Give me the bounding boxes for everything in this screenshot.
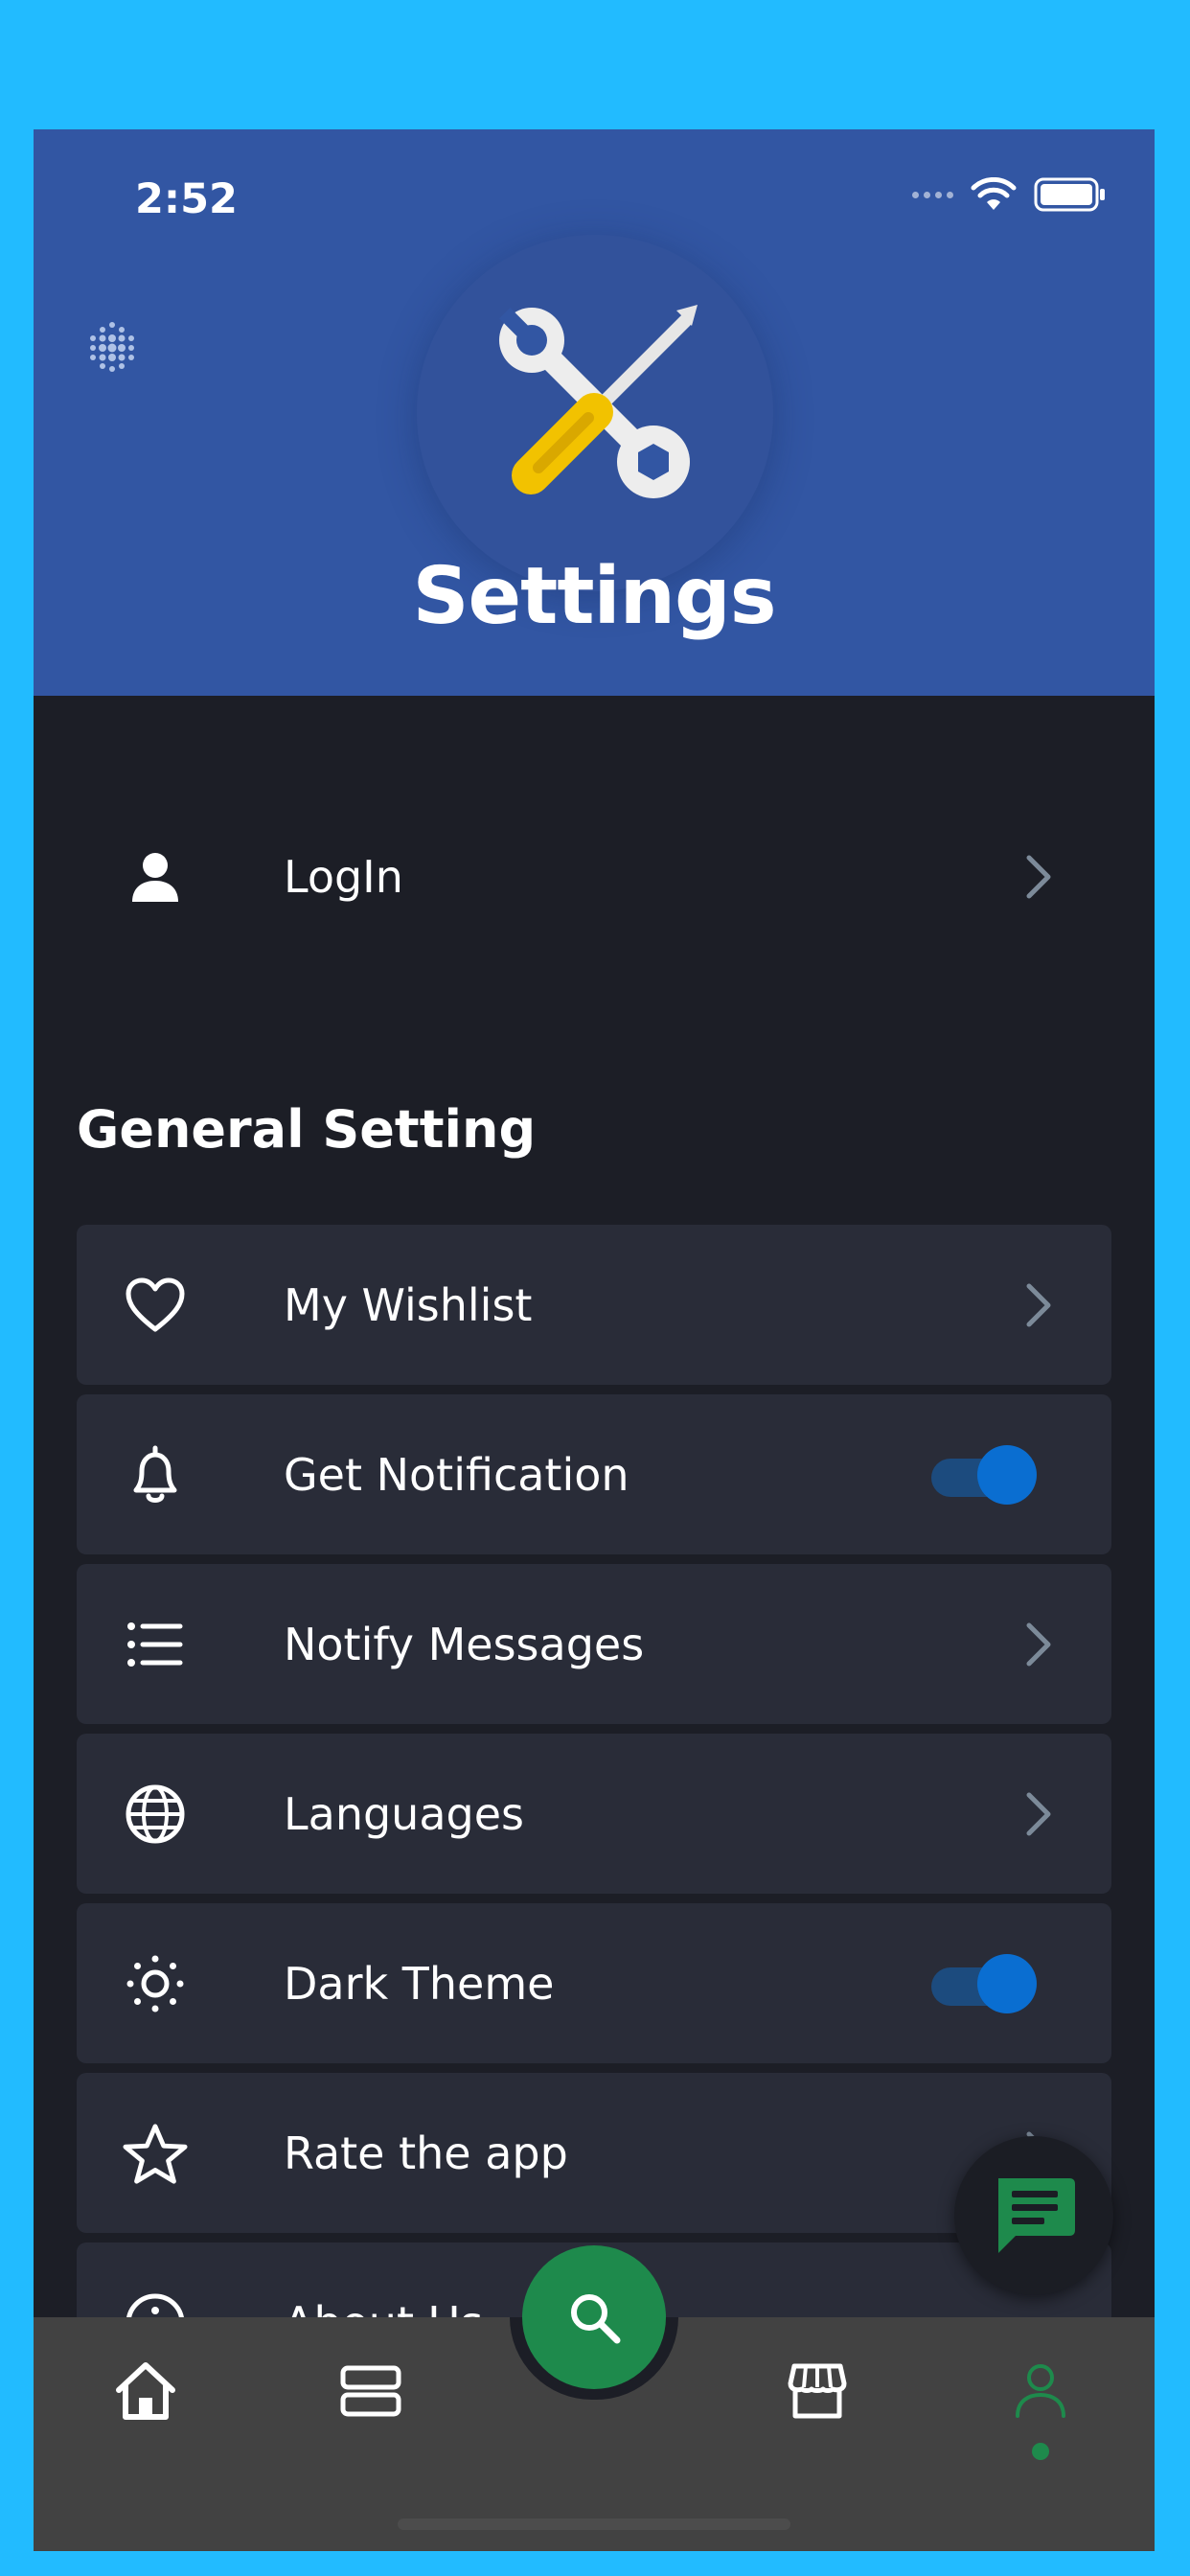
tools-icon <box>499 305 698 498</box>
list-icon <box>123 1612 188 1677</box>
setting-item-languages[interactable]: Languages <box>77 1734 1111 1894</box>
chevron-right-icon <box>1026 1622 1051 1666</box>
home-indicator <box>398 2518 790 2530</box>
setting-item-label: Languages <box>284 1787 524 1840</box>
nav-profile[interactable] <box>1002 2353 1079 2429</box>
setting-item-label: Dark Theme <box>284 1957 555 2010</box>
setting-item-notification[interactable]: Get Notification <box>77 1394 1111 1554</box>
signal-icon <box>912 191 953 198</box>
store-icon <box>788 2363 847 2419</box>
settings-header: 2:52 Settings <box>34 129 1155 696</box>
chat-button[interactable] <box>954 2136 1113 2295</box>
bell-icon <box>123 1442 188 1507</box>
setting-item-label: Notify Messages <box>284 1618 645 1670</box>
globe-icon <box>123 1782 188 1847</box>
wifi-icon <box>971 177 1017 210</box>
chevron-right-icon <box>1026 1283 1051 1326</box>
login-label: LogIn <box>284 851 403 903</box>
setting-item-wishlist[interactable]: My Wishlist <box>77 1225 1111 1385</box>
status-time: 2:52 <box>135 175 238 223</box>
dark-theme-toggle[interactable] <box>931 1953 1037 2013</box>
setting-item-label: Rate the app <box>284 2127 568 2179</box>
nav-list-view[interactable] <box>332 2353 409 2429</box>
person-icon <box>123 844 188 909</box>
heart-icon <box>123 1273 188 1338</box>
profile-icon <box>1016 2364 1065 2418</box>
chat-icon <box>998 2178 1075 2253</box>
chevron-right-icon <box>1026 855 1051 899</box>
active-tab-indicator <box>1032 2443 1049 2460</box>
setting-item-notify-messages[interactable]: Notify Messages <box>77 1564 1111 1724</box>
dots-grid-icon[interactable] <box>83 317 141 375</box>
star-icon <box>123 2121 188 2186</box>
page-title: Settings <box>412 551 776 642</box>
home-icon <box>116 2362 175 2420</box>
nav-home[interactable] <box>107 2353 184 2429</box>
search-button[interactable] <box>522 2245 666 2389</box>
search-icon <box>571 2294 621 2344</box>
list-view-icon <box>340 2365 401 2417</box>
section-title: General Setting <box>77 1099 537 1160</box>
login-row[interactable]: LogIn <box>77 819 1111 934</box>
notification-toggle[interactable] <box>931 1444 1037 1505</box>
chevron-right-icon <box>1026 1792 1051 1835</box>
setting-item-dark-theme[interactable]: Dark Theme <box>77 1903 1111 2063</box>
phone-screen: 2:52 Settings LogIn General Setting My W… <box>34 129 1155 2551</box>
status-icons <box>912 177 1107 212</box>
setting-item-label: My Wishlist <box>284 1278 533 1331</box>
battery-icon <box>1034 177 1105 212</box>
sun-icon <box>123 1951 188 2016</box>
setting-item-label: Get Notification <box>284 1448 629 1501</box>
nav-store[interactable] <box>779 2353 856 2429</box>
